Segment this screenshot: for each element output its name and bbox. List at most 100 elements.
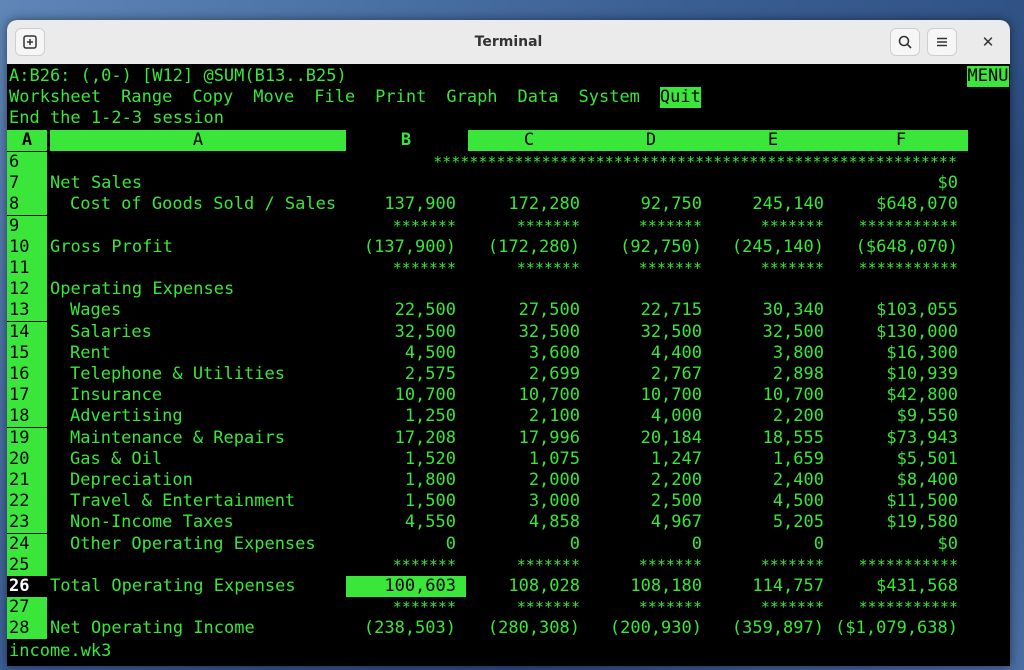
cell-value[interactable]: (200,930) bbox=[590, 618, 702, 639]
cell-value[interactable]: $10,939 bbox=[834, 364, 958, 385]
cell-value[interactable]: 10,700 bbox=[590, 385, 702, 406]
cell-value[interactable]: 108,028 bbox=[468, 576, 580, 597]
row-label[interactable]: Gross Profit bbox=[50, 237, 173, 258]
cell-value[interactable]: $11,500 bbox=[834, 491, 958, 512]
row-label[interactable]: Total Operating Expenses bbox=[50, 576, 296, 597]
cell-value[interactable]: 108,180 bbox=[590, 576, 702, 597]
row-label[interactable]: Rent bbox=[70, 343, 111, 364]
cell-value[interactable]: 1,247 bbox=[590, 449, 702, 470]
menu-item-worksheet[interactable]: Worksheet bbox=[9, 87, 101, 108]
row-number[interactable]: 9 bbox=[7, 216, 47, 237]
row-number[interactable]: 10 bbox=[7, 237, 47, 258]
cell-value[interactable]: 0 bbox=[590, 534, 702, 555]
cell-value[interactable]: (359,897) bbox=[712, 618, 824, 639]
cell-value[interactable]: 0 bbox=[712, 534, 824, 555]
row-number[interactable]: 14 bbox=[7, 322, 47, 343]
separator-stars[interactable]: *********** bbox=[834, 258, 958, 279]
cell-value[interactable]: $5,501 bbox=[834, 449, 958, 470]
separator-stars[interactable]: ******* bbox=[468, 555, 580, 576]
separator-stars[interactable]: ******* bbox=[346, 258, 456, 279]
separator-stars[interactable]: *********** bbox=[834, 216, 958, 237]
menu-item-system[interactable]: System bbox=[579, 87, 640, 108]
row-label[interactable]: Salaries bbox=[70, 322, 152, 343]
cell-value[interactable]: $648,070 bbox=[834, 194, 958, 215]
column-header-a[interactable]: A bbox=[50, 130, 346, 151]
row-number[interactable]: 7 bbox=[7, 173, 47, 194]
row-number[interactable]: 21 bbox=[7, 470, 47, 491]
cell-value[interactable]: 2,898 bbox=[712, 364, 824, 385]
separator-stars[interactable]: ******* bbox=[346, 597, 456, 618]
cell-value[interactable]: ($1,079,638) bbox=[834, 618, 958, 639]
separator-stars[interactable]: ******* bbox=[346, 216, 456, 237]
cell-value[interactable]: $8,400 bbox=[834, 470, 958, 491]
cell-value[interactable]: 2,000 bbox=[468, 470, 580, 491]
cell-value[interactable]: 30,340 bbox=[712, 300, 824, 321]
cell-value[interactable]: 2,699 bbox=[468, 364, 580, 385]
cell-value[interactable]: 1,250 bbox=[346, 406, 456, 427]
cell-value[interactable]: 4,500 bbox=[346, 343, 456, 364]
row-number[interactable]: 13 bbox=[7, 300, 47, 321]
cell-value[interactable]: 4,000 bbox=[590, 406, 702, 427]
row-label[interactable]: Advertising bbox=[70, 406, 183, 427]
row-label[interactable]: Depreciation bbox=[70, 470, 193, 491]
cell-cursor[interactable]: 100,603 bbox=[346, 576, 466, 597]
cell-value[interactable]: 2,200 bbox=[712, 406, 824, 427]
cell-value[interactable]: 17,208 bbox=[346, 428, 456, 449]
row-number[interactable]: 8 bbox=[7, 194, 47, 215]
cell-value[interactable]: $9,550 bbox=[834, 406, 958, 427]
row-label[interactable]: Insurance bbox=[70, 385, 162, 406]
separator-stars[interactable]: ******* bbox=[712, 258, 824, 279]
cell-value[interactable]: 32,500 bbox=[590, 322, 702, 343]
separator-stars[interactable]: ******* bbox=[590, 555, 702, 576]
cell-value[interactable]: (280,308) bbox=[468, 618, 580, 639]
menu-item-quit[interactable]: Quit bbox=[659, 87, 701, 108]
cell-value[interactable]: ($648,070) bbox=[834, 237, 958, 258]
row-number[interactable]: 12 bbox=[7, 279, 47, 300]
cell-value[interactable]: 0 bbox=[346, 534, 456, 555]
cell-value[interactable]: 4,858 bbox=[468, 512, 580, 533]
cell-value[interactable]: 245,140 bbox=[712, 194, 824, 215]
cell-value[interactable]: 27,500 bbox=[468, 300, 580, 321]
cell-value[interactable]: $42,800 bbox=[834, 385, 958, 406]
menu-button[interactable] bbox=[927, 28, 957, 56]
separator-stars[interactable]: ******* bbox=[712, 216, 824, 237]
cell-value[interactable]: 2,767 bbox=[590, 364, 702, 385]
cell-value[interactable]: 1,659 bbox=[712, 449, 824, 470]
terminal-screen[interactable]: A:B26: (,0-) [W12] @SUM(B13..B25) MENU W… bbox=[7, 64, 1010, 666]
menu-item-range[interactable]: Range bbox=[121, 87, 172, 108]
separator-stars[interactable]: ******* bbox=[590, 597, 702, 618]
cell-value[interactable]: 0 bbox=[468, 534, 580, 555]
menu-item-graph[interactable]: Graph bbox=[446, 87, 497, 108]
row-label[interactable]: Maintenance & Repairs bbox=[70, 428, 285, 449]
cell-value[interactable]: 137,900 bbox=[346, 194, 456, 215]
separator-stars[interactable]: ******* bbox=[590, 258, 702, 279]
cell-value[interactable]: 20,184 bbox=[590, 428, 702, 449]
menu-item-data[interactable]: Data bbox=[518, 87, 559, 108]
cell-value[interactable]: (137,900) bbox=[346, 237, 456, 258]
close-button[interactable]: ✕ bbox=[974, 28, 1002, 56]
cell-value[interactable]: 32,500 bbox=[468, 322, 580, 343]
column-header-c[interactable]: C bbox=[468, 130, 590, 151]
cell-value[interactable]: $130,000 bbox=[834, 322, 958, 343]
cell-value[interactable]: 1,520 bbox=[346, 449, 456, 470]
cell-value[interactable]: 4,400 bbox=[590, 343, 702, 364]
row-number[interactable]: 17 bbox=[7, 385, 47, 406]
cell-value[interactable]: 4,550 bbox=[346, 512, 456, 533]
separator-stars[interactable]: ******* bbox=[346, 555, 456, 576]
column-header-b[interactable]: B bbox=[346, 130, 466, 151]
row-number[interactable]: 16 bbox=[7, 364, 47, 385]
row-number[interactable]: 23 bbox=[7, 512, 47, 533]
cell-value[interactable]: 2,500 bbox=[590, 491, 702, 512]
row-number[interactable]: 6 bbox=[7, 152, 47, 173]
cell-value[interactable]: 5,205 bbox=[712, 512, 824, 533]
row-label[interactable]: Travel & Entertainment bbox=[70, 491, 295, 512]
cell-value[interactable]: 10,700 bbox=[468, 385, 580, 406]
menu-item-print[interactable]: Print bbox=[375, 87, 426, 108]
cell-value[interactable]: 1,075 bbox=[468, 449, 580, 470]
cell-value[interactable]: $0 bbox=[834, 534, 958, 555]
cell-value[interactable]: (245,140) bbox=[712, 237, 824, 258]
separator-stars[interactable]: *********** bbox=[834, 555, 958, 576]
row-label[interactable]: Non-Income Taxes bbox=[70, 512, 234, 533]
cell-value[interactable]: 32,500 bbox=[712, 322, 824, 343]
cell-value[interactable]: 3,600 bbox=[468, 343, 580, 364]
